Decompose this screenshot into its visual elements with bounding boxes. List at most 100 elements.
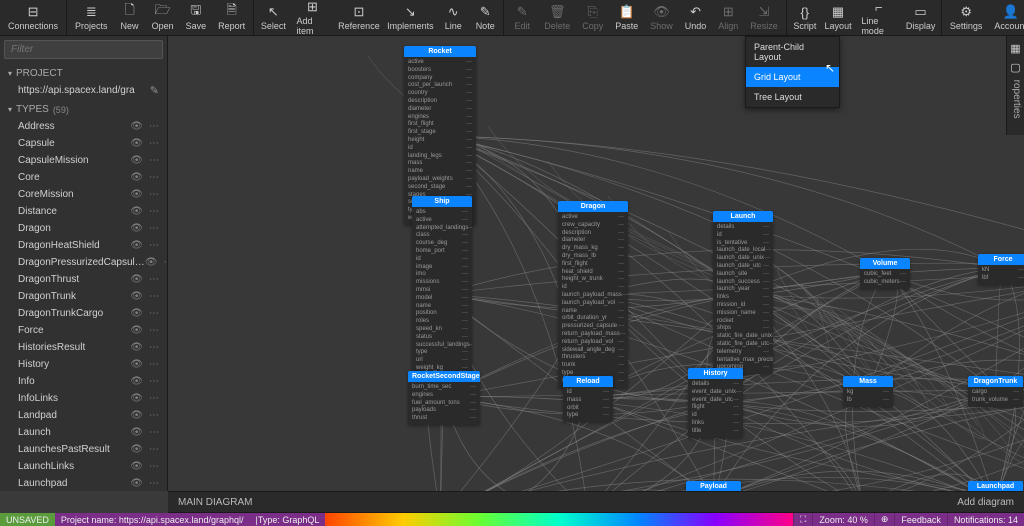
delete-button[interactable]: 🗑Delete — [538, 0, 576, 35]
type-item[interactable]: DragonHeatShield👁⋯ — [0, 237, 167, 254]
layout-option-tree-layout[interactable]: Tree Layout — [746, 87, 839, 107]
add-item-button[interactable]: ⊞Add item — [291, 0, 335, 35]
type-item[interactable]: Force👁⋯ — [0, 322, 167, 339]
square-icon[interactable]: ▢ — [1010, 61, 1020, 74]
report-button[interactable]: 🗎Report — [212, 0, 251, 35]
more-icon[interactable]: ⋯ — [149, 121, 159, 132]
eye-icon[interactable]: 👁 — [130, 189, 143, 200]
type-item[interactable]: Launch👁⋯ — [0, 424, 167, 441]
more-icon[interactable]: ⋯ — [163, 257, 167, 268]
type-item[interactable]: InfoLinks👁⋯ — [0, 390, 167, 407]
implements-button[interactable]: ↘Implements — [384, 0, 438, 35]
more-icon[interactable]: ⋯ — [149, 172, 159, 183]
feedback-button[interactable]: Feedback — [894, 513, 947, 526]
canvas[interactable]: Rocketactive—boosters—company—cost_per_l… — [168, 36, 1024, 491]
more-icon[interactable]: ⋯ — [149, 393, 159, 404]
types-section[interactable]: ▾ TYPES (59) — [0, 101, 167, 118]
eye-icon[interactable]: 👁 — [130, 376, 143, 387]
type-item[interactable]: Capsule👁⋯ — [0, 135, 167, 152]
node-launch[interactable]: Launchdetails—id—is_tentative—launch_dat… — [713, 211, 773, 374]
more-icon[interactable]: ⋯ — [149, 138, 159, 149]
eye-icon[interactable]: 👁 — [130, 410, 143, 421]
line-mode-button[interactable]: ⌐Line mode — [855, 0, 902, 35]
layout-button[interactable]: ▦Layout — [821, 0, 856, 35]
reference-button[interactable]: ⊡Reference — [334, 0, 383, 35]
resize-button[interactable]: ⇲Resize — [744, 0, 784, 35]
notifications-status[interactable]: Notifications: 14 — [947, 513, 1024, 526]
add-diagram-button[interactable]: Add diagram — [957, 497, 1014, 508]
type-item[interactable]: DragonThrust👁⋯ — [0, 271, 167, 288]
node-reload[interactable]: Reloadid—mass—orbit—type— — [563, 376, 613, 422]
connections-button[interactable]: ⊟Connections — [2, 0, 64, 35]
eye-icon[interactable]: 👁 — [145, 257, 158, 268]
show-button[interactable]: 👁Show — [644, 0, 679, 35]
project-url-row[interactable]: https://api.spacex.land/gra ✎ — [0, 82, 167, 101]
node-history[interactable]: Historydetails—event_date_unix—event_dat… — [688, 368, 743, 438]
type-item[interactable]: LaunchLinks👁⋯ — [0, 458, 167, 475]
node-rocketsecondstage[interactable]: RocketSecondStageburn_time_sec—engines—f… — [408, 371, 480, 425]
type-item[interactable]: CoreMission👁⋯ — [0, 186, 167, 203]
eye-icon[interactable]: 👁 — [130, 427, 143, 438]
eye-icon[interactable]: 👁 — [130, 325, 143, 336]
tab-main-diagram[interactable]: MAIN DIAGRAM — [178, 497, 252, 508]
eye-icon[interactable]: 👁 — [130, 274, 143, 285]
type-item[interactable]: CapsuleMission👁⋯ — [0, 152, 167, 169]
node-force[interactable]: ForcekN—lbf— — [978, 254, 1024, 285]
more-icon[interactable]: ⋯ — [149, 291, 159, 302]
eye-icon[interactable]: 👁 — [130, 223, 143, 234]
eye-icon[interactable]: 👁 — [130, 172, 143, 183]
more-icon[interactable]: ⋯ — [149, 410, 159, 421]
type-item[interactable]: Launchpad👁⋯ — [0, 475, 167, 491]
edit-icon[interactable]: ✎ — [150, 84, 159, 97]
type-item[interactable]: History👁⋯ — [0, 356, 167, 373]
more-icon[interactable]: ⋯ — [149, 274, 159, 285]
more-icon[interactable]: ⋯ — [149, 461, 159, 472]
display-button[interactable]: ▭Display — [902, 0, 939, 35]
node-volume[interactable]: Volumecubic_feet—cubic_meters— — [860, 258, 910, 289]
eye-icon[interactable]: 👁 — [130, 206, 143, 217]
type-item[interactable]: DragonTrunk👁⋯ — [0, 288, 167, 305]
save-button[interactable]: 🖫Save — [180, 0, 213, 35]
node-ship[interactable]: Shipabs—active—attempted_landings—class—… — [412, 196, 472, 390]
more-icon[interactable]: ⋯ — [149, 206, 159, 217]
eye-icon[interactable]: 👁 — [130, 393, 143, 404]
settings-button[interactable]: ⚙Settings — [944, 0, 989, 35]
more-icon[interactable]: ⋯ — [149, 342, 159, 353]
node-mass[interactable]: Masskg—lb— — [843, 376, 893, 407]
eye-icon[interactable]: 👁 — [130, 342, 143, 353]
more-icon[interactable]: ⋯ — [149, 240, 159, 251]
edit-button[interactable]: ✎Edit — [506, 0, 538, 35]
select-button[interactable]: ↖Select — [256, 0, 290, 35]
eye-icon[interactable]: 👁 — [130, 155, 143, 166]
type-item[interactable]: DragonTrunkCargo👁⋯ — [0, 305, 167, 322]
type-item[interactable]: Core👁⋯ — [0, 169, 167, 186]
more-icon[interactable]: ⋯ — [149, 155, 159, 166]
node-payload[interactable]: Payloadcustomers—id—manufacturer— — [686, 481, 741, 491]
eye-icon[interactable]: 👁 — [130, 359, 143, 370]
node-dragontrunk[interactable]: DragonTrunkcargo—trunk_volume— — [968, 376, 1023, 407]
more-icon[interactable]: ⋯ — [149, 308, 159, 319]
eye-icon[interactable]: 👁 — [130, 121, 143, 132]
fullscreen-icon[interactable]: ⛶ — [793, 513, 812, 526]
filter-input[interactable] — [4, 40, 163, 59]
eye-icon[interactable]: 👁 — [130, 444, 143, 455]
type-item[interactable]: Landpad👁⋯ — [0, 407, 167, 424]
projects-button[interactable]: ≣Projects — [69, 0, 114, 35]
more-icon[interactable]: ⋯ — [149, 359, 159, 370]
type-item[interactable]: HistoriesResult👁⋯ — [0, 339, 167, 356]
zoom-fit-icon[interactable]: ⊕ — [874, 513, 895, 526]
node-launchpad[interactable]: Launchpadattempted_launches—details—id—l… — [968, 481, 1023, 491]
more-icon[interactable]: ⋯ — [149, 444, 159, 455]
note-button[interactable]: ✎Note — [469, 0, 501, 35]
align-button[interactable]: ⊞Align — [712, 0, 744, 35]
node-dragon[interactable]: Dragonactive—crew_capacity—description—d… — [558, 201, 628, 388]
undo-button[interactable]: ↶Undo — [679, 0, 713, 35]
eye-icon[interactable]: 👁 — [130, 291, 143, 302]
zoom-status[interactable]: Zoom: 40 % — [812, 513, 874, 526]
account-button[interactable]: 👤Account — [988, 0, 1024, 35]
eye-icon[interactable]: 👁 — [130, 240, 143, 251]
type-item[interactable]: Info👁⋯ — [0, 373, 167, 390]
open-button[interactable]: 🗁Open — [146, 0, 180, 35]
eye-icon[interactable]: 👁 — [130, 461, 143, 472]
type-item[interactable]: DragonPressurizedCapsul…👁⋯ — [0, 254, 167, 271]
